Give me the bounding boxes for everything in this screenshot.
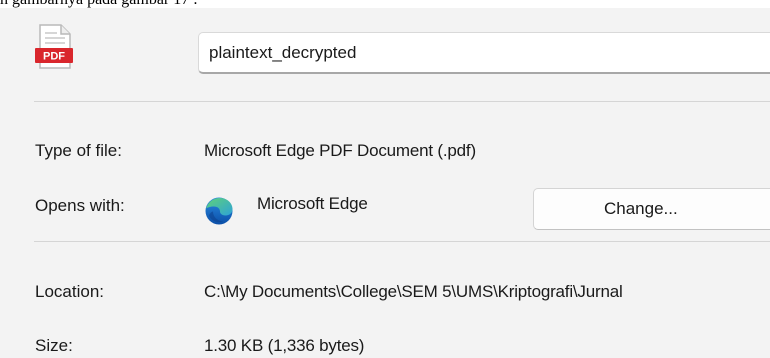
location-value: C:\My Documents\College\SEM 5\UMS\Kripto… — [204, 282, 623, 301]
size-value: 1.30 KB (1,336 bytes) — [204, 336, 365, 355]
size-label: Size: — [35, 336, 73, 355]
opens-with-label: Opens with: — [35, 196, 125, 215]
document-caption-fragment: h gambarnya pada gambar 17 : — [0, 0, 770, 8]
caption-text: h gambarnya pada gambar 17 : — [0, 0, 198, 8]
type-of-file-value: Microsoft Edge PDF Document (.pdf) — [204, 141, 476, 160]
pdf-badge-label: PDF — [43, 51, 65, 63]
location-label: Location: — [35, 282, 104, 301]
file-name-input[interactable] — [198, 32, 770, 74]
file-properties-dialog: h gambarnya pada gambar 17 : PDF Type of… — [0, 0, 770, 358]
section-divider — [34, 241, 770, 242]
section-divider — [34, 101, 770, 102]
microsoft-edge-icon — [205, 197, 233, 225]
pdf-file-icon: PDF — [35, 24, 73, 69]
change-app-button[interactable]: Change... — [533, 188, 770, 230]
type-of-file-label: Type of file: — [35, 141, 122, 160]
opens-with-app-name: Microsoft Edge — [257, 194, 368, 213]
